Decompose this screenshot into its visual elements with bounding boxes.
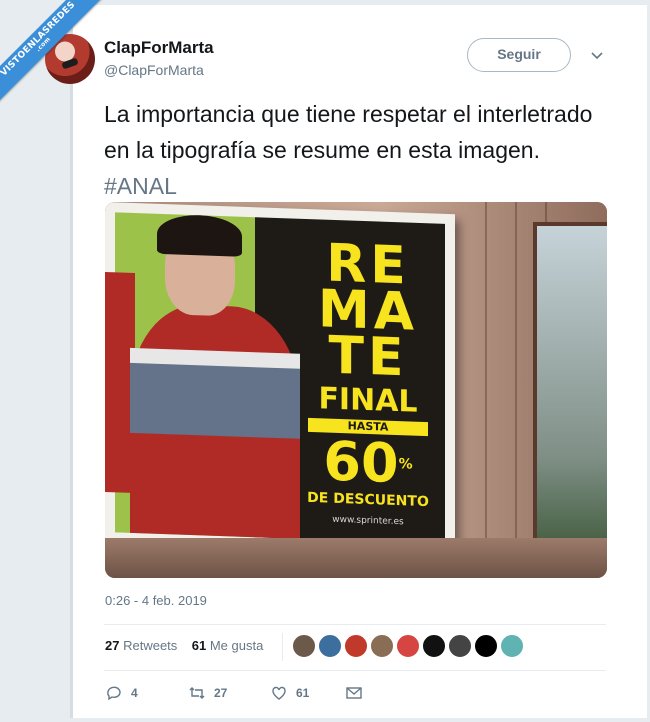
retweets-label[interactable]: Retweets: [123, 638, 177, 653]
liker-avatar-2[interactable]: [318, 634, 342, 658]
liker-avatar-4[interactable]: [370, 634, 394, 658]
message-button[interactable]: [345, 683, 363, 703]
reply-count: 4: [131, 686, 138, 700]
liker-avatar-3[interactable]: [344, 634, 368, 658]
author-name[interactable]: ClapForMarta: [104, 38, 214, 58]
poster-sign: RE MA TE FINAL HASTA 60% DE DESCUENTO ww…: [283, 234, 453, 529]
liker-avatar-9[interactable]: [500, 634, 524, 658]
hashtag-link[interactable]: #ANAL: [104, 173, 177, 199]
likes-label[interactable]: Me gusta: [210, 638, 263, 653]
reply-button[interactable]: 4: [105, 683, 138, 703]
liker-avatar-8[interactable]: [474, 634, 498, 658]
tweet-stats: 27 Retweets 61 Me gusta: [105, 638, 263, 653]
envelope-icon: [346, 687, 362, 699]
sign-line-3: TE: [328, 325, 408, 389]
stats-divider: [282, 633, 283, 661]
divider: [104, 624, 606, 625]
tweet-text: La importancia que tiene respetar el int…: [104, 96, 604, 204]
likes-count[interactable]: 61: [192, 638, 206, 653]
wall-frame: [533, 222, 607, 560]
heart-icon: [272, 686, 286, 700]
retweets-count[interactable]: 27: [105, 638, 119, 653]
author-handle[interactable]: @ClapForMarta: [104, 62, 204, 78]
sign-percent-symbol: %: [398, 456, 413, 473]
sign-final: FINAL: [318, 381, 418, 420]
liker-avatar-6[interactable]: [422, 634, 446, 658]
sign-percent: 60: [323, 429, 399, 496]
reply-icon: [107, 686, 121, 701]
shelf: [105, 538, 607, 578]
retweet-count: 27: [214, 686, 228, 700]
watermark-ribbon: VISTOENLASREDES .com: [0, 0, 110, 110]
retweet-icon: [189, 687, 205, 699]
like-button[interactable]: 61: [270, 683, 309, 703]
watermark-text: VISTOENLASREDES: [0, 0, 78, 79]
like-count: 61: [296, 686, 310, 700]
divider: [104, 670, 606, 671]
retweet-button[interactable]: 27: [188, 683, 227, 703]
chevron-down-icon[interactable]: [590, 48, 604, 62]
liker-avatar-7[interactable]: [448, 634, 472, 658]
tweet-timestamp[interactable]: 0:26 - 4 feb. 2019: [105, 593, 207, 608]
liker-avatar-1[interactable]: [292, 634, 316, 658]
follow-button[interactable]: Seguir: [467, 38, 571, 72]
tweet-body: La importancia que tiene respetar el int…: [104, 101, 593, 163]
liker-avatar-5[interactable]: [396, 634, 420, 658]
tweet-photo[interactable]: RE MA TE FINAL HASTA 60% DE DESCUENTO ww…: [105, 202, 607, 578]
